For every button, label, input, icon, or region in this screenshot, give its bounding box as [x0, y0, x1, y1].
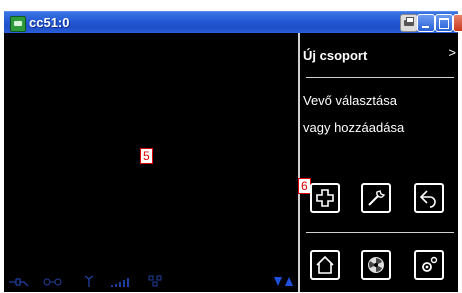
instruction-line-2: vagy hozzáadása [303, 120, 405, 135]
home-button[interactable] [310, 250, 340, 280]
print-button[interactable] [400, 14, 418, 32]
signal-bars-icon [110, 277, 132, 290]
area-marker-5: 5 [140, 148, 153, 164]
power-plug-icon [8, 277, 30, 290]
separator-top [306, 77, 454, 78]
add-icon [316, 189, 334, 207]
instruction-text: Vevő választása vagy hozzáadása [303, 87, 404, 141]
terminal-icon [10, 16, 26, 32]
group-title: Új csoport [303, 48, 368, 63]
maximize-button[interactable] [435, 14, 453, 32]
separator-bottom [306, 232, 454, 233]
settings-button[interactable] [414, 250, 444, 280]
right-panel: Új csoport > Vevő választása vagy hozzáa… [298, 33, 458, 292]
tools-button[interactable] [361, 183, 391, 213]
fan-icon [368, 257, 384, 273]
status-bar [4, 275, 298, 290]
home-icon [316, 255, 334, 274]
area-marker-6: 6 [298, 178, 311, 194]
antenna-icon [84, 275, 94, 290]
instruction-line-1: Vevő választása [303, 93, 397, 108]
settings-icon [422, 256, 438, 272]
lan-icon [148, 275, 162, 290]
fan-button[interactable] [361, 250, 391, 280]
close-button[interactable] [453, 14, 462, 32]
wrench-icon [368, 190, 386, 206]
app-window: cc51:0 5 Új csoport > Vevő választása va… [0, 0, 462, 293]
chevron-right-icon[interactable]: > [448, 45, 456, 60]
device-screen: 5 Új csoport > Vevő választása vagy hozz… [4, 33, 458, 292]
window-title: cc51:0 [29, 15, 70, 30]
add-button[interactable] [310, 183, 340, 213]
scroll-arrows-icon[interactable] [274, 276, 294, 290]
title-bar[interactable]: cc51:0 [4, 11, 462, 34]
back-button[interactable] [414, 183, 444, 213]
main-display-area[interactable]: 5 [4, 33, 298, 292]
network-icon [42, 277, 64, 290]
back-icon [419, 190, 436, 208]
minimize-button[interactable] [417, 14, 435, 32]
